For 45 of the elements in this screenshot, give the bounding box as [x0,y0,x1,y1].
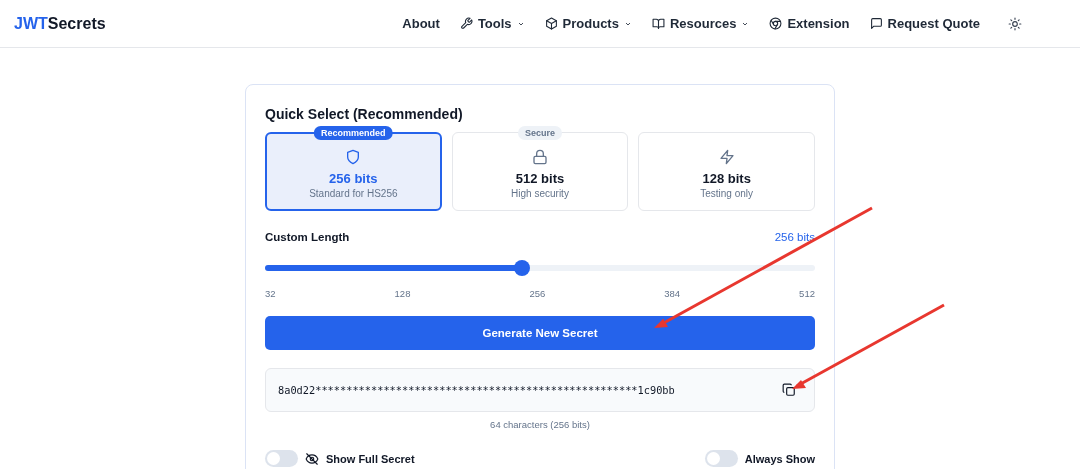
tag: Secure [517,126,562,140]
toggle-label: Always Show [744,452,815,465]
option-description: High security [511,188,569,199]
option-description: Testing only [700,188,754,199]
nav-link[interactable]: About [402,16,440,31]
nav-link[interactable]: Tools [459,16,525,31]
wrench-icon [459,17,473,30]
logo-text[interactable]: JWT [14,14,48,33]
secret-text: 8a0d22****************************************************1c90bb [278,384,675,396]
option-description: Standard for HS256 [309,188,398,199]
option-card[interactable]: 128 bits Testing only [638,132,815,211]
box-icon [544,17,558,30]
option-title: 128 bits [702,171,751,186]
nav-link[interactable]: Products [544,16,632,31]
tick-label: 32 [265,288,276,299]
field-label: Custom Length [265,231,350,243]
tick-label: 512 [799,288,815,299]
chat-icon [869,17,883,30]
shield-icon [345,149,362,165]
nav-link[interactable]: Extension [769,16,850,31]
lightning-icon [718,149,735,165]
option-title: 256 bits [329,171,378,186]
slider-thumb[interactable] [513,260,530,276]
lock-icon [532,149,548,165]
section-title: Quick Select (Recommended) [265,106,464,122]
tick-label: 256 [529,288,546,299]
nav-link[interactable]: Resources [651,16,750,31]
option-title: 512 bits [515,171,565,186]
tag: Recommended [314,126,393,140]
copy-icon[interactable] [782,383,796,397]
secret-info: 64 characters (256 bits) [489,419,591,430]
sun-icon[interactable] [1008,16,1022,31]
slider-track[interactable] [265,265,815,271]
tick-label: 128 [394,288,411,299]
nav-link[interactable]: Request Quote [869,16,980,31]
slider[interactable] [265,260,815,276]
eye-off-icon [305,451,319,466]
toggle-switch[interactable] [704,450,738,467]
logo-text[interactable]: Secrets [47,14,106,33]
generate-button[interactable]: Generate New Secret [265,316,815,350]
book-icon [651,17,665,30]
browser-icon [769,17,783,30]
tick-label: 384 [664,288,681,299]
toggle-label: Show Full Secret [326,452,415,465]
toggle-switch[interactable] [265,450,298,467]
